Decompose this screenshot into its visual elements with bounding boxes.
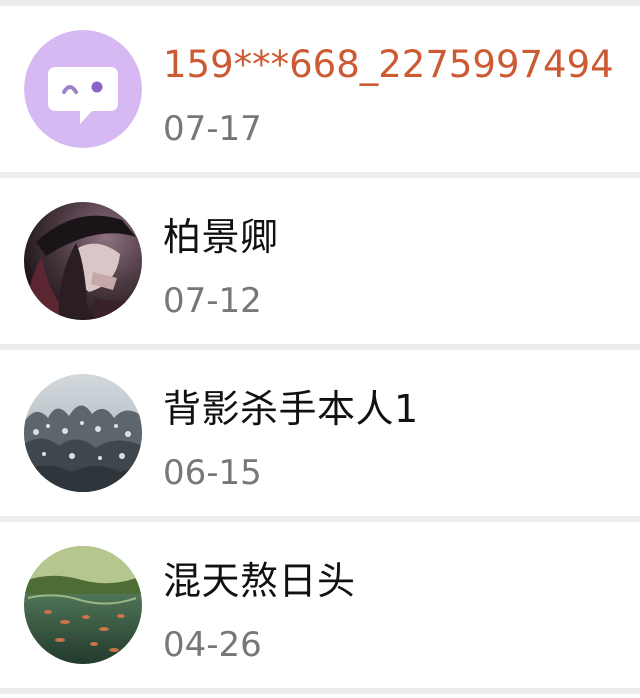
contact-date: 07-17: [163, 109, 262, 149]
photo-koi-pond-icon: [24, 546, 142, 664]
photo-girl-hat-icon: [24, 202, 142, 320]
contact-row[interactable]: 柏景卿 07-12: [0, 178, 640, 344]
contact-name: 159***668_2275997494: [163, 43, 614, 86]
avatar[interactable]: [24, 202, 142, 320]
photo-snowy-trees-icon: [24, 374, 142, 492]
avatar[interactable]: [24, 374, 142, 492]
contact-list: 159***668_2275997494 07-17 柏景卿 07-12 背影杀…: [0, 0, 640, 698]
contact-row[interactable]: 混天熬日头 04-26: [0, 522, 640, 688]
avatar[interactable]: [24, 546, 142, 664]
divider: [0, 688, 640, 694]
contact-date: 07-12: [163, 281, 262, 321]
contact-name: 柏景卿: [163, 215, 279, 259]
contact-row[interactable]: 背影杀手本人1 06-15: [0, 350, 640, 516]
avatar[interactable]: [24, 30, 142, 148]
contact-date: 06-15: [163, 453, 262, 493]
chat-bubble-icon: [24, 30, 142, 148]
contact-name: 混天熬日头: [163, 559, 356, 603]
contact-date: 04-26: [163, 625, 262, 665]
contact-row[interactable]: 159***668_2275997494 07-17: [0, 6, 640, 172]
contact-name: 背影杀手本人1: [163, 387, 419, 431]
